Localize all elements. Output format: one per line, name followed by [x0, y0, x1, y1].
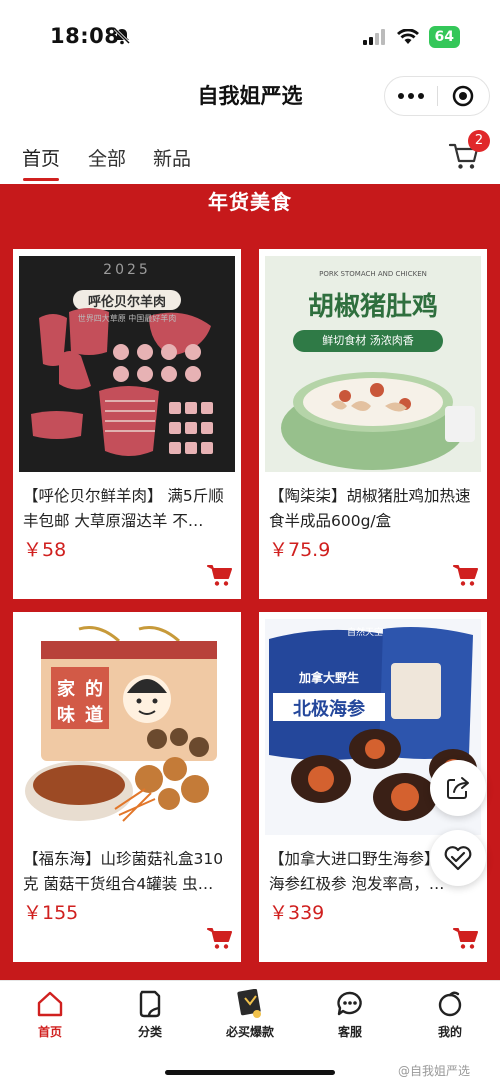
image-char: 的	[85, 679, 103, 700]
share-icon	[447, 777, 469, 799]
add-to-cart-icon[interactable]	[453, 926, 479, 950]
bottom-nav-category[interactable]: 分类	[110, 989, 190, 1040]
add-to-cart-icon[interactable]	[207, 926, 233, 950]
bottom-nav-service[interactable]: 客服	[310, 989, 390, 1040]
product-card[interactable]: 家 的 味 道 【福东海】山珍菌菇礼盒310克 菌菇干货组合4罐装 虫… ￥15…	[13, 612, 241, 962]
image-sub: 加拿大野生	[298, 671, 359, 685]
close-miniprogram-icon[interactable]	[437, 84, 489, 108]
bottom-nav-label: 必买爆款	[225, 1025, 274, 1039]
cart-count-badge: 2	[468, 130, 490, 152]
mute-bell-icon	[113, 27, 131, 45]
image-char: 味	[57, 705, 75, 726]
product-card[interactable]: PORK STOMACH AND CHICKEN 胡椒猪肚鸡 鲜切食材 汤浓肉香…	[259, 249, 487, 599]
image-brand: 自然天空	[346, 628, 383, 638]
heart-check-icon	[444, 846, 472, 871]
bottom-nav-label: 首页	[37, 1025, 62, 1039]
product-image-mushroom-gift[interactable]: 家 的 味 道	[19, 619, 235, 835]
image-char: 家	[57, 679, 75, 700]
image-year: 2025	[103, 262, 151, 278]
tab-all[interactable]: 全部	[88, 144, 126, 171]
product-image-pork-chicken[interactable]: PORK STOMACH AND CHICKEN 胡椒猪肚鸡 鲜切食材 汤浓肉香	[265, 256, 481, 472]
chat-icon	[337, 991, 362, 1016]
section-title: 年货美食	[208, 190, 292, 214]
tab-active-indicator	[23, 178, 59, 181]
product-card[interactable]: 2025 呼伦贝尔羊肉 世界四大草原 中国最好羊肉 【呼伦贝尔鲜羊肉】 满5斤顺…	[13, 249, 241, 599]
profile-icon	[438, 991, 462, 1017]
image-title: 呼伦贝尔羊肉	[87, 295, 166, 310]
product-price: ￥339	[269, 902, 325, 924]
image-tagline: 鲜切食材 汤浓肉香	[322, 334, 414, 347]
status-time: 18:08	[50, 24, 120, 48]
add-to-cart-icon[interactable]	[453, 563, 479, 587]
tab-bar: 首页 全部 新品 2	[0, 122, 500, 184]
battery-indicator: 64	[428, 26, 460, 48]
status-bar: 18:08 64	[0, 0, 500, 72]
product-price: ￥75.9	[269, 539, 331, 561]
bottom-nav-home[interactable]: 首页	[10, 989, 90, 1040]
status-indicators: 64	[362, 26, 460, 48]
image-top-text: PORK STOMACH AND CHICKEN	[319, 270, 427, 278]
bottom-nav-label: 分类	[137, 1025, 162, 1039]
wifi-icon	[396, 29, 419, 44]
hot-icon	[237, 989, 261, 1018]
image-char: 道	[85, 705, 103, 726]
tab-home[interactable]: 首页	[22, 144, 60, 171]
more-icon[interactable]	[385, 93, 437, 99]
product-image-lamb[interactable]: 2025 呼伦贝尔羊肉 世界四大草原 中国最好羊肉	[19, 256, 235, 472]
product-price: ￥58	[23, 539, 67, 561]
image-title: 胡椒猪肚鸡	[307, 292, 438, 322]
category-icon	[139, 990, 161, 1018]
image-subtitle: 世界四大草原 中国最好羊肉	[77, 314, 177, 323]
tab-new[interactable]: 新品	[153, 144, 191, 171]
signal-icon	[362, 29, 385, 45]
product-section: 年货美食 2025 呼伦贝尔羊肉 世界四大草原 中国最好羊肉 【呼伦贝尔鲜羊肉】…	[0, 184, 500, 980]
bottom-nav-hot[interactable]: 必买爆款	[210, 989, 290, 1040]
home-icon	[37, 991, 63, 1017]
miniprogram-capsule	[384, 76, 490, 116]
product-price: ￥155	[23, 902, 79, 924]
nav-bar: 自我姐严选	[0, 72, 500, 122]
product-name[interactable]: 【陶柒柒】胡椒猪肚鸡加热速食半成品600g/盒	[269, 484, 479, 534]
image-title: 北极海参	[293, 699, 365, 720]
product-name[interactable]: 【福东海】山珍菌菇礼盒310克 菌菇干货组合4罐装 虫…	[23, 847, 233, 897]
bottom-nav-profile[interactable]: 我的	[410, 989, 490, 1040]
add-to-cart-icon[interactable]	[207, 563, 233, 587]
bottom-nav-label: 我的	[437, 1025, 462, 1039]
home-indicator	[165, 1070, 335, 1075]
share-button[interactable]	[430, 760, 486, 816]
favorite-button[interactable]	[430, 830, 486, 886]
product-name[interactable]: 【呼伦贝尔鲜羊肉】 满5斤顺丰包邮 大草原溜达羊 不…	[23, 484, 233, 534]
bottom-nav-label: 客服	[337, 1025, 362, 1039]
watermark: @自我姐严选	[398, 1064, 471, 1078]
